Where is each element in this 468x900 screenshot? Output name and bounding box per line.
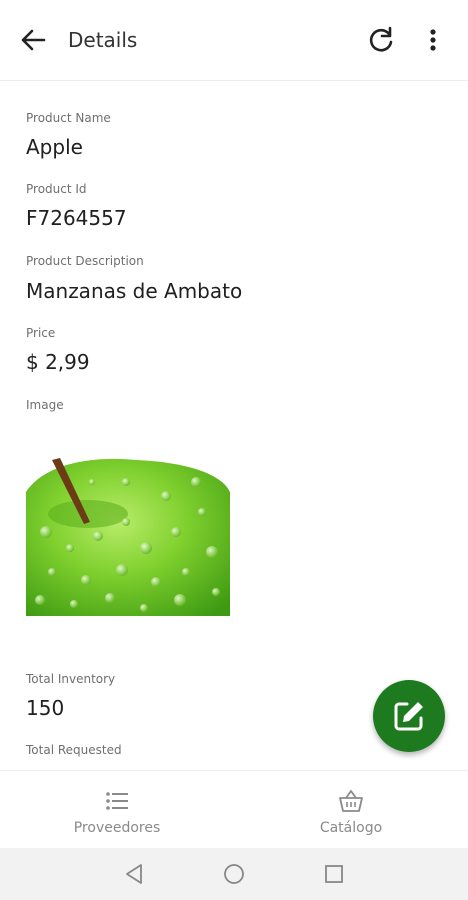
refresh-icon[interactable] [366, 25, 396, 55]
product-description-value: Manzanas de Ambato [26, 279, 243, 303]
product-description-label: Product Description [26, 254, 144, 268]
triangle-back-icon[interactable] [122, 862, 146, 886]
system-navigation-bar [0, 848, 468, 900]
product-id-label: Product Id [26, 182, 87, 196]
list-icon [106, 792, 128, 810]
bottom-navigation: Proveedores Catálogo [0, 770, 468, 849]
page-title: Details [68, 28, 138, 52]
product-name-label: Product Name [26, 111, 111, 125]
total-inventory-label: Total Inventory [26, 672, 116, 686]
nav-label-proveedores: Proveedores [73, 820, 161, 836]
product-id-value: F7264557 [26, 206, 127, 230]
app-bar: Details [0, 0, 468, 81]
square-recents-icon[interactable] [322, 862, 346, 886]
image-label: Image [26, 398, 64, 412]
nav-item-proveedores[interactable]: Proveedores [0, 771, 234, 849]
nav-item-catalogo[interactable]: Catálogo [234, 771, 468, 849]
product-image [26, 452, 230, 616]
more-vertical-icon[interactable] [418, 25, 448, 55]
total-requested-label: Total Requested [26, 743, 122, 757]
edit-button[interactable] [373, 680, 445, 752]
price-label: Price [26, 326, 56, 340]
basket-icon [339, 790, 363, 812]
circle-home-icon[interactable] [222, 862, 246, 886]
nav-label-catalogo: Catálogo [319, 820, 383, 836]
product-name-value: Apple [26, 135, 83, 159]
price-value: $ 2,99 [26, 350, 90, 374]
total-inventory-value: 150 [26, 696, 65, 720]
edit-icon [394, 702, 423, 731]
arrow-left-icon[interactable] [18, 25, 48, 55]
